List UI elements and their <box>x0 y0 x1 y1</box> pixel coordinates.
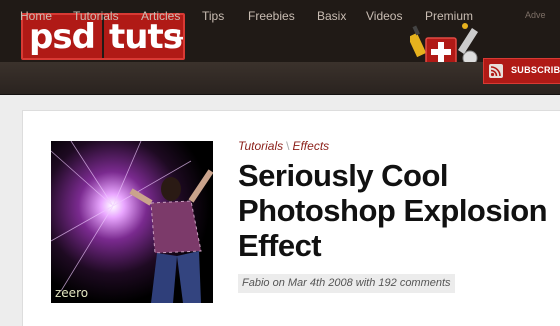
meta-author[interactable]: Fabio <box>242 277 270 289</box>
meta-date: Mar 4th 2008 <box>287 277 353 289</box>
article-meta: Fabio on Mar 4th 2008 with 192 comments <box>238 274 455 293</box>
nav-tips[interactable]: Tips <box>202 9 224 23</box>
nav-home[interactable]: Home <box>20 9 52 23</box>
nav-articles[interactable]: Articles <box>141 9 180 23</box>
meta-on: on <box>269 277 288 289</box>
breadcrumb-tutorials[interactable]: Tutorials <box>238 139 283 153</box>
breadcrumb-effects[interactable]: Effects <box>292 139 329 153</box>
article-thumbnail[interactable]: zeero <box>51 141 213 303</box>
subscribe-button[interactable]: SUBSCRIBE <box>483 58 560 84</box>
explosion-image: zeero <box>51 141 213 303</box>
breadcrumb: Tutorials \ Effects <box>238 139 329 153</box>
thumbnail-signature: zeero <box>55 286 88 300</box>
meta-comments[interactable]: 192 comments <box>378 277 450 289</box>
nav-premium[interactable]: Premium <box>425 9 473 23</box>
article-title[interactable]: Seriously Cool Photoshop Explosion Effec… <box>238 158 558 263</box>
main-navigation <box>0 62 560 95</box>
nav-basix[interactable]: Basix <box>317 9 346 23</box>
nav-tutorials[interactable]: Tutorials <box>73 9 119 23</box>
breadcrumb-separator: \ <box>286 139 290 153</box>
meta-with: with <box>352 277 379 289</box>
rss-icon <box>489 64 503 78</box>
logo-plus: + <box>169 26 183 51</box>
nav-videos[interactable]: Videos <box>366 9 402 23</box>
nav-freebies[interactable]: Freebies <box>248 9 295 23</box>
photoshop-tools-icon <box>410 23 478 67</box>
subscribe-label: SUBSCRIBE <box>511 65 560 75</box>
logo-text-psd: psd <box>29 17 96 57</box>
advertise-link[interactable]: Adve <box>525 10 546 20</box>
